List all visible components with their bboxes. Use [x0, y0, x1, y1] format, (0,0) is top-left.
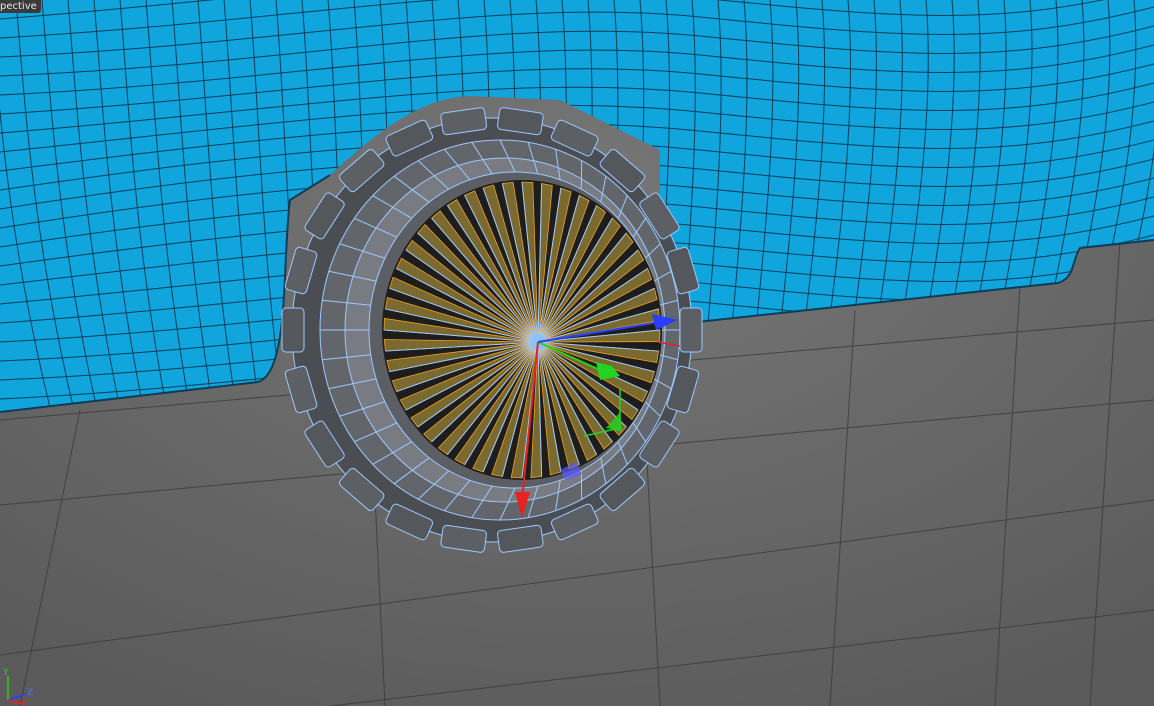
axis-y-label: Y — [2, 668, 9, 678]
axis-x-label: X — [20, 699, 26, 706]
tread-block — [281, 307, 305, 353]
tread-block — [679, 307, 703, 353]
viewport-label[interactable]: pective — [0, 0, 41, 13]
viewport-scene[interactable]: Y Z X — [0, 0, 1154, 706]
3d-viewport[interactable]: Y Z X pective — [0, 0, 1154, 706]
wheel-object[interactable] — [281, 107, 703, 553]
axis-z-label: Z — [27, 688, 33, 698]
